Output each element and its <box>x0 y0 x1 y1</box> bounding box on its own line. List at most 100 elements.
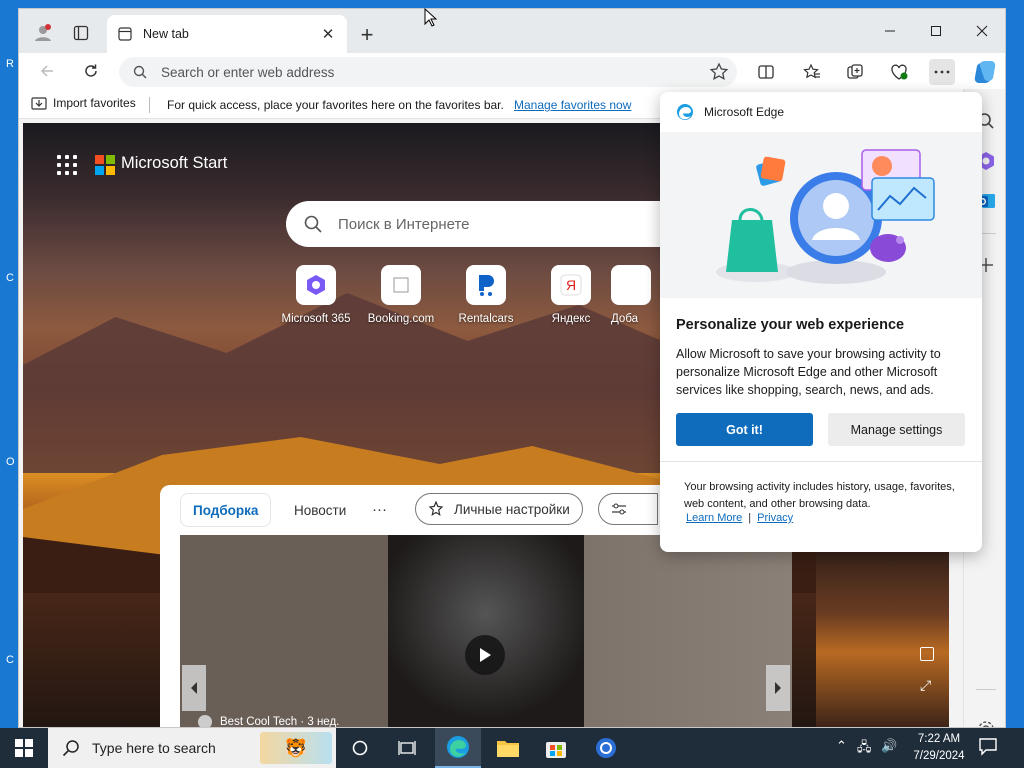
taskbar: Type here to search 🐯 ⌃ 🖧 🔊 7:22 AM 7/29… <box>0 728 1024 768</box>
quick-link-label: Rentalcars <box>458 313 514 325</box>
favorites-icon[interactable] <box>799 59 825 85</box>
profile-icon[interactable] <box>29 19 57 47</box>
volume-icon[interactable]: 🔊 <box>881 738 897 760</box>
quick-link-label: Microsoft 365 <box>281 313 351 325</box>
tab-new-tab[interactable]: New tab ✕ <box>107 15 347 53</box>
favorites-bar-tip: For quick access, place your favorites h… <box>167 98 504 112</box>
yandex-icon: Я <box>551 265 591 305</box>
feed-more-button[interactable]: ··· <box>372 501 387 518</box>
search-icon <box>62 740 79 757</box>
feed-source-label: Best Cool Tech · 3 нед. <box>220 716 340 728</box>
copilot-icon[interactable] <box>971 58 999 86</box>
close-window-button[interactable] <box>959 17 1005 45</box>
minimize-button[interactable] <box>867 17 913 45</box>
desktop-background: R C O C <box>0 0 18 728</box>
task-view-icon[interactable] <box>384 728 430 768</box>
quick-link-label: Booking.com <box>367 313 435 325</box>
notifications-icon[interactable] <box>978 736 1002 760</box>
tab-actions-icon[interactable] <box>67 19 95 47</box>
feed-video-card[interactable]: Best Cool Tech · 3 нед. <box>180 535 792 728</box>
svg-text:Я: Я <box>566 277 576 293</box>
show-hidden-icons-icon[interactable]: ⌃ <box>836 738 847 760</box>
file-explorer-icon[interactable] <box>485 728 531 768</box>
manage-favorites-link[interactable]: Manage favorites now <box>514 98 631 112</box>
carousel-prev-button[interactable] <box>182 665 206 711</box>
collections-icon[interactable] <box>842 59 868 85</box>
flyout-title: Personalize your web experience <box>676 317 905 333</box>
feed-settings-button[interactable] <box>598 493 658 525</box>
play-icon[interactable] <box>465 635 505 675</box>
mouse-cursor-icon <box>424 8 438 27</box>
new-tab-button[interactable]: + <box>355 22 379 47</box>
network-icon[interactable]: 🖧 <box>857 738 872 760</box>
got-it-button[interactable]: Got it! <box>676 413 813 446</box>
add-icon <box>611 265 651 305</box>
desktop-icon-label: R <box>6 58 14 70</box>
divider <box>976 689 996 690</box>
search-icon <box>304 215 322 233</box>
edge-window: New tab ✕ + Search or enter web address <box>18 8 1006 728</box>
clock-date: 7/29/2024 <box>913 750 965 762</box>
sliders-icon <box>612 503 626 515</box>
close-tab-icon[interactable]: ✕ <box>319 25 337 43</box>
import-favorites-label: Import favorites <box>53 96 136 110</box>
system-tray: ⌃ 🖧 🔊 <box>836 738 898 760</box>
settings-more-icon[interactable] <box>929 59 955 85</box>
quick-link-yandex[interactable]: Я Яндекс <box>526 265 616 325</box>
flyout-header: Microsoft Edge <box>660 92 982 132</box>
search-icon <box>133 65 147 79</box>
sidebar-settings-icon[interactable] <box>974 717 998 727</box>
taskbar-clock[interactable]: 7:22 AM 7/29/2024 <box>904 731 974 765</box>
flyout-links: Learn More | Privacy <box>686 512 793 524</box>
search-highlight-image: 🐯 <box>260 732 332 764</box>
app-launcher-icon[interactable] <box>57 155 77 175</box>
taskbar-search-box[interactable]: Type here to search 🐯 <box>48 728 336 768</box>
image-info-icon[interactable] <box>920 647 934 661</box>
personalization-flyout: Microsoft Edge Personalize your web expe… <box>660 92 982 552</box>
quick-link-label: Яндекс <box>551 313 591 325</box>
quick-link-booking[interactable]: Booking.com <box>356 265 446 325</box>
quick-link-label: Доба <box>611 313 639 325</box>
carousel-next-button[interactable] <box>766 665 790 711</box>
divider <box>149 97 150 113</box>
sparkle-icon <box>428 501 444 516</box>
personalize-illustration <box>660 132 982 298</box>
flyout-footer-text: Your browsing activity includes history,… <box>684 481 955 510</box>
expand-icon[interactable]: ⤢ <box>920 677 931 694</box>
booking-icon <box>381 265 421 305</box>
web-search-box[interactable]: Поиск в Интернете <box>286 201 686 247</box>
quick-link-rentalcars[interactable]: Rentalcars <box>441 265 531 325</box>
quick-link-add[interactable]: Доба <box>611 265 651 325</box>
desktop-icon-label: O <box>6 456 15 468</box>
title-bar: New tab ✕ + <box>19 9 1005 53</box>
desktop-icon-label: C <box>6 272 14 284</box>
edge-logo-icon <box>677 104 693 120</box>
learn-more-link[interactable]: Learn More <box>686 512 742 524</box>
add-favorite-star-icon[interactable] <box>709 62 729 82</box>
source-avatar <box>198 715 212 727</box>
feed-tab-news[interactable]: Новости <box>282 493 358 527</box>
divider <box>660 461 982 462</box>
feed-source: Best Cool Tech · 3 нед. <box>198 715 340 728</box>
edge-taskbar-icon[interactable] <box>435 728 481 768</box>
refresh-button[interactable] <box>77 57 105 85</box>
cortana-icon[interactable] <box>337 728 383 768</box>
quick-link-microsoft-365[interactable]: Microsoft 365 <box>271 265 361 325</box>
m365-icon <box>296 265 336 305</box>
manage-settings-button[interactable]: Manage settings <box>828 413 965 446</box>
split-screen-icon[interactable] <box>753 59 779 85</box>
personalize-label: Личные настройки <box>454 501 570 517</box>
privacy-link[interactable]: Privacy <box>757 512 793 524</box>
feed-tab-my-feed[interactable]: Подборка <box>180 493 272 527</box>
start-button[interactable] <box>0 728 48 768</box>
back-button[interactable] <box>33 57 61 85</box>
address-bar[interactable]: Search or enter web address <box>119 57 737 87</box>
store-icon[interactable] <box>533 728 579 768</box>
personalize-button[interactable]: Личные настройки <box>415 493 583 525</box>
address-placeholder: Search or enter web address <box>161 64 335 80</box>
maximize-button[interactable] <box>913 17 959 45</box>
new-tab-page-icon <box>117 26 133 42</box>
import-favorites-button[interactable]: Import favorites <box>31 96 136 110</box>
chrome-icon[interactable] <box>583 728 629 768</box>
browser-essentials-icon[interactable] <box>886 59 912 85</box>
